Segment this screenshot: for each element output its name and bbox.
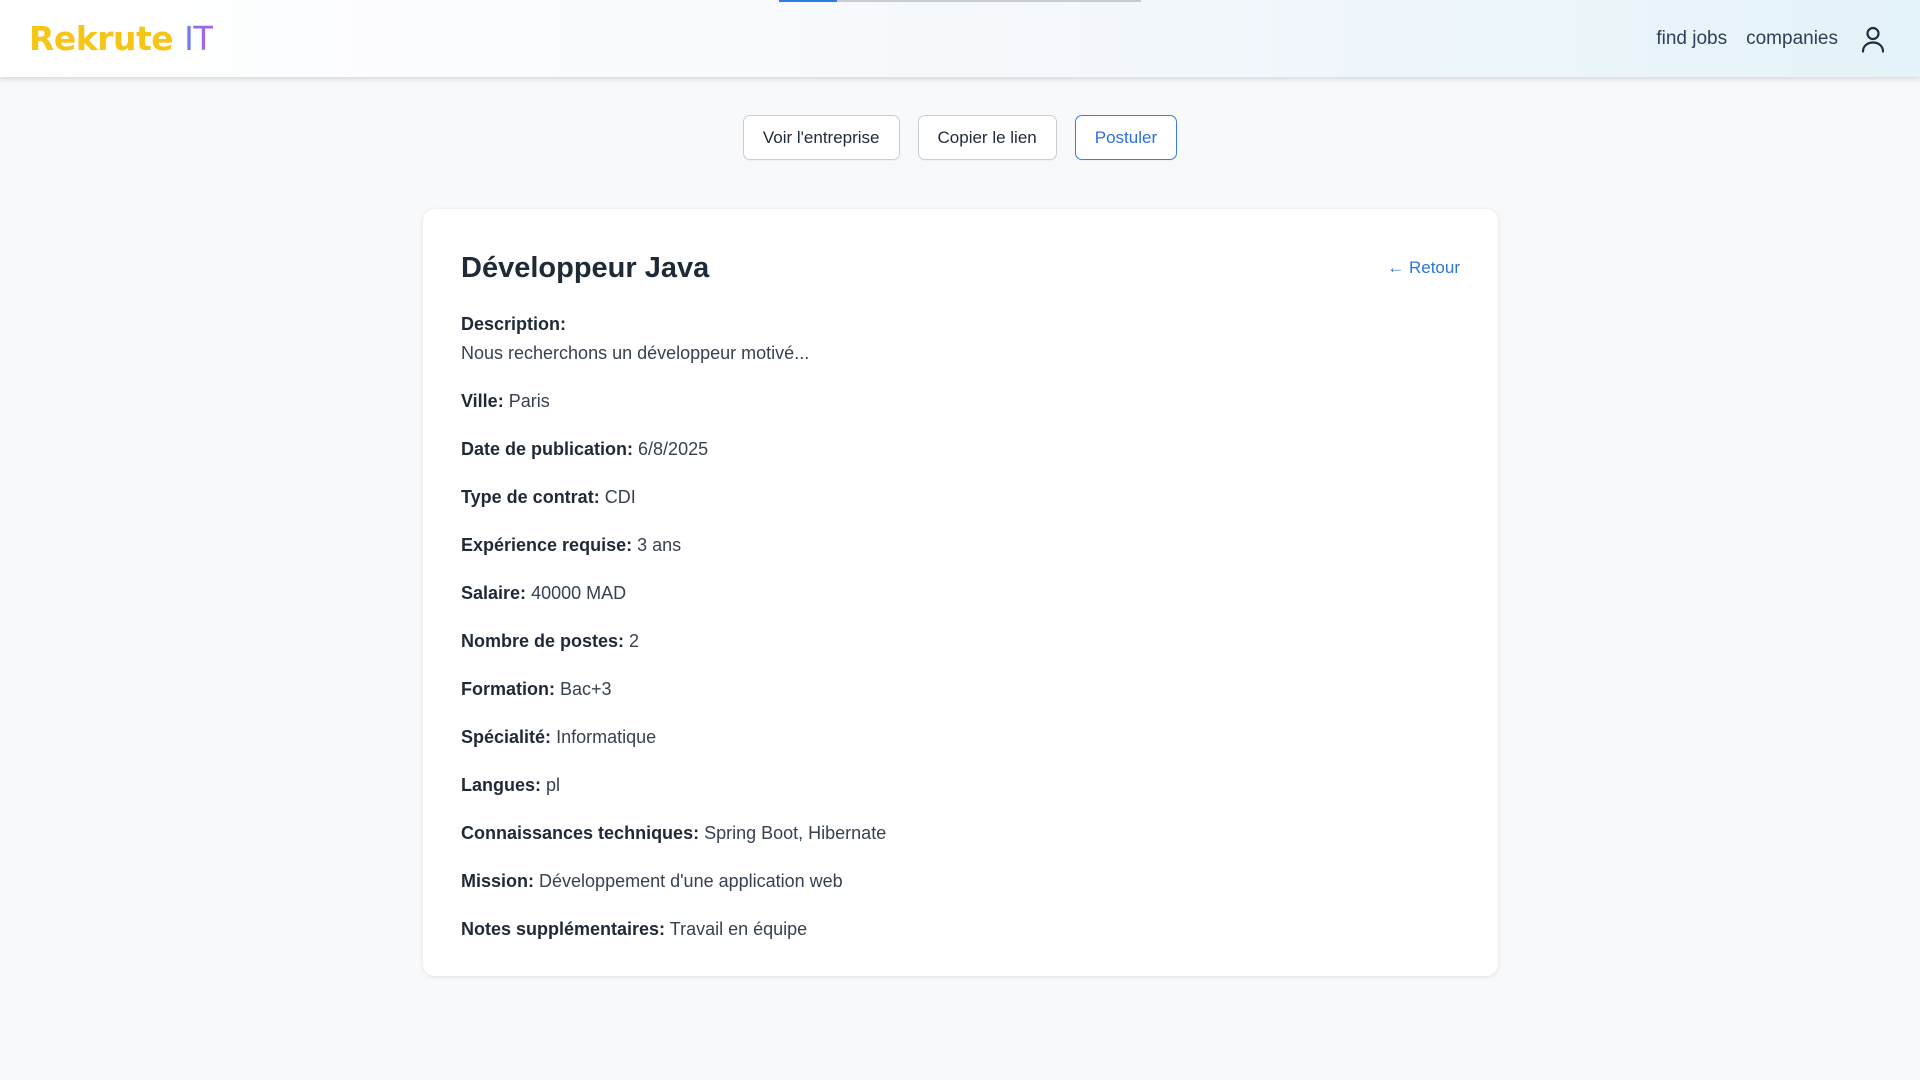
job-field-row: Spécialité: Informatique bbox=[461, 723, 1460, 752]
job-field-row: Date de publication: 6/8/2025 bbox=[461, 435, 1460, 464]
field-value: Informatique bbox=[556, 727, 657, 747]
nav-companies[interactable]: companies bbox=[1746, 28, 1838, 50]
job-title: Développeur Java bbox=[461, 251, 710, 284]
job-field-row: Notes supplémentaires: Travail en équipe bbox=[461, 915, 1460, 944]
field-value: Paris bbox=[508, 391, 550, 411]
job-field-row: Formation: Bac+3 bbox=[461, 675, 1460, 704]
field-label: Nombre de postes: bbox=[461, 631, 625, 651]
copy-link-button[interactable]: Copier le lien bbox=[917, 115, 1057, 160]
brand-logo[interactable]: Rekrute IT bbox=[29, 18, 214, 60]
description-text: Nous recherchons un développeur motivé..… bbox=[461, 343, 810, 363]
job-field-row: Ville: Paris bbox=[461, 387, 1460, 416]
description-label: Description: bbox=[461, 314, 567, 334]
field-label: Salaire: bbox=[461, 583, 527, 603]
top-navbar: Rekrute IT find jobs companies bbox=[0, 0, 1920, 77]
apply-button[interactable]: Postuler bbox=[1074, 115, 1178, 160]
field-label: Date de publication: bbox=[461, 439, 634, 459]
field-label: Connaissances techniques: bbox=[461, 823, 700, 843]
view-company-button[interactable]: Voir l'entreprise bbox=[742, 115, 900, 160]
field-value: 40000 MAD bbox=[531, 583, 627, 603]
loading-progress-bar bbox=[779, 0, 1141, 2]
nav-find-jobs[interactable]: find jobs bbox=[1656, 28, 1727, 50]
field-label: Langues: bbox=[461, 775, 542, 795]
field-label: Formation: bbox=[461, 679, 555, 699]
job-field-row: Nombre de postes: 2 bbox=[461, 627, 1460, 656]
field-value: Travail en équipe bbox=[669, 919, 808, 939]
job-field-row: Mission: Développement d'une application… bbox=[461, 867, 1460, 896]
job-description: Description: Nous recherchons un dévelop… bbox=[461, 310, 1460, 368]
field-label: Notes supplémentaires: bbox=[461, 919, 666, 939]
field-value: 2 bbox=[629, 631, 640, 651]
back-link[interactable]: ← Retour bbox=[1387, 258, 1460, 278]
job-field-row: Expérience requise: 3 ans bbox=[461, 531, 1460, 560]
main-nav: find jobs companies bbox=[1637, 21, 1888, 57]
job-actions: Voir l'entreprise Copier le lien Postule… bbox=[0, 115, 1920, 160]
job-field-row: Langues: pl bbox=[461, 771, 1460, 800]
field-value: CDI bbox=[604, 487, 636, 507]
field-label: Spécialité: bbox=[461, 727, 552, 747]
job-field-row: Connaissances techniques: Spring Boot, H… bbox=[461, 819, 1460, 848]
job-detail-card: Développeur Java ← Retour Description: N… bbox=[423, 209, 1498, 976]
field-label: Ville: bbox=[461, 391, 504, 411]
field-value: Bac+3 bbox=[560, 679, 612, 699]
logo-text-rekrute: Rekrute bbox=[29, 19, 185, 58]
field-value: 3 ans bbox=[637, 535, 682, 555]
job-field-row: Type de contrat: CDI bbox=[461, 483, 1460, 512]
field-value: 6/8/2025 bbox=[638, 439, 709, 459]
user-icon[interactable] bbox=[1858, 23, 1888, 55]
field-value: pl bbox=[546, 775, 561, 795]
field-value: Développement d'une application web bbox=[539, 871, 843, 891]
job-card-header: Développeur Java ← Retour bbox=[461, 246, 1460, 290]
job-field-row: Salaire: 40000 MAD bbox=[461, 579, 1460, 608]
field-value: Spring Boot, Hibernate bbox=[704, 823, 887, 843]
loading-progress-fill bbox=[779, 0, 837, 2]
logo-text-it: IT bbox=[184, 19, 214, 58]
job-fields-list: Ville: Paris Date de publication: 6/8/202… bbox=[461, 387, 1460, 944]
field-label: Expérience requise: bbox=[461, 535, 633, 555]
field-label: Mission: bbox=[461, 871, 535, 891]
field-label: Type de contrat: bbox=[461, 487, 600, 507]
